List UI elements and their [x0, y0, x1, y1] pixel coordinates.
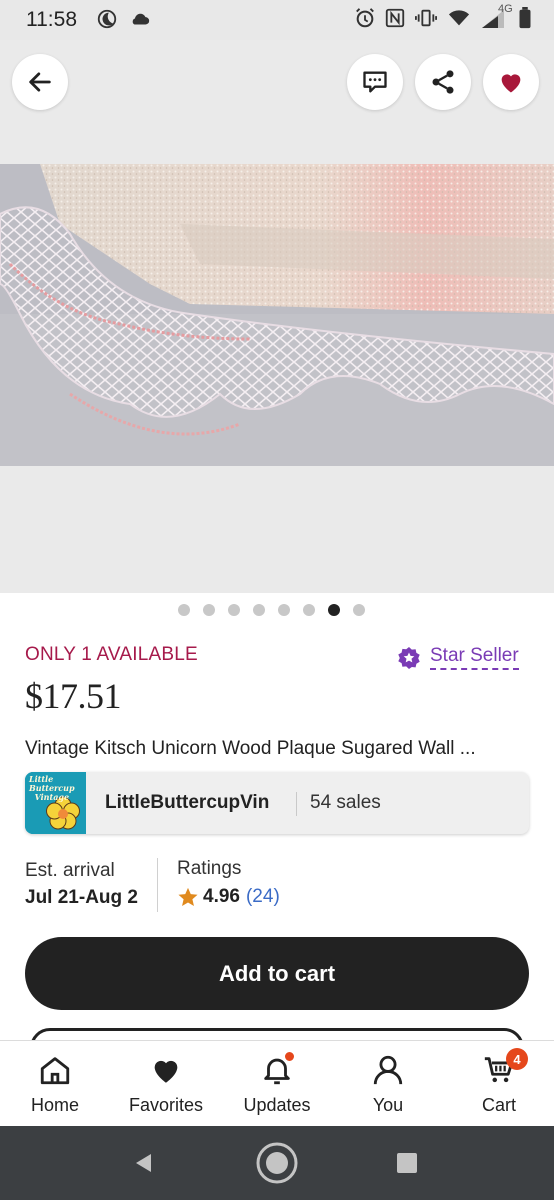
vibrate-icon [415, 9, 437, 27]
back-button[interactable] [12, 54, 68, 110]
favorite-button[interactable] [483, 54, 539, 110]
gallery-pagination[interactable] [178, 604, 365, 616]
system-recents-button[interactable] [384, 1140, 430, 1186]
nav-home[interactable]: Home [0, 1041, 110, 1127]
est-arrival-value: Jul 21-Aug 2 [25, 887, 138, 908]
nav-label: Updates [243, 1095, 311, 1115]
shop-name: LittleButtercupVin [105, 792, 270, 813]
divider [157, 858, 158, 912]
battery-icon [519, 7, 531, 29]
nav-label: Home [30, 1095, 79, 1115]
message-button[interactable] [347, 54, 403, 110]
nav-favorites[interactable]: Favorites [111, 1041, 221, 1127]
cart-count-badge: 4 [506, 1048, 528, 1070]
triangle-back-icon [136, 1154, 151, 1172]
cloud-icon [132, 13, 150, 25]
person-icon [373, 1055, 403, 1085]
listing-title[interactable]: Vintage Kitsch Unicorn Wood Plaque Sugar… [25, 738, 535, 760]
divider [296, 792, 297, 816]
square-recents-icon [397, 1153, 417, 1173]
gallery-dot[interactable] [253, 604, 265, 616]
message-icon [363, 71, 387, 93]
share-button[interactable] [415, 54, 471, 110]
nav-you[interactable]: You [333, 1041, 443, 1127]
share-icon [432, 70, 454, 94]
gallery-dot[interactable] [178, 604, 190, 616]
nav-updates[interactable]: Updates [222, 1041, 332, 1127]
rating-count[interactable]: (24) [246, 886, 280, 908]
bottom-nav: Home Favorites Updates You 4 Cart [0, 1040, 554, 1126]
system-navigation-bar [0, 1126, 554, 1200]
home-icon [40, 1057, 70, 1085]
rating-value: 4.96 [203, 886, 240, 907]
image-gallery[interactable] [0, 40, 554, 593]
network-label: 4G [498, 3, 513, 15]
system-home-button[interactable] [254, 1140, 300, 1186]
availability-label: ONLY 1 AVAILABLE [25, 644, 198, 665]
gallery-dot[interactable] [228, 604, 240, 616]
ratings-label: Ratings [177, 858, 242, 879]
system-back-button[interactable] [121, 1140, 167, 1186]
status-time: 11:58 [26, 8, 77, 31]
gallery-dot[interactable] [328, 604, 340, 616]
gallery-dot[interactable] [203, 604, 215, 616]
star-icon [178, 887, 198, 906]
status-bar: 11:58 4G [0, 0, 554, 40]
back-arrow-icon [29, 72, 51, 92]
nav-label: Cart [481, 1095, 516, 1115]
star-badge-icon [398, 646, 420, 669]
alarm-icon [356, 8, 374, 28]
wifi-icon [448, 10, 470, 26]
add-to-cart-button[interactable]: Add to cart [25, 937, 529, 1010]
circle-home-icon [256, 1142, 298, 1184]
nav-label: Favorites [128, 1095, 204, 1115]
updates-indicator [284, 1051, 295, 1062]
shop-card[interactable]: Little Buttercup Vintage LittleButtercupV… [25, 772, 529, 834]
nav-label: You [372, 1095, 404, 1115]
price: $17.51 [25, 676, 122, 716]
shop-logo-text: Little Buttercup Vintage [29, 774, 75, 802]
shop-sales: 54 sales [310, 792, 381, 813]
nfc-icon [385, 8, 405, 28]
product-photo[interactable] [0, 164, 554, 466]
moon-icon [97, 9, 117, 29]
heart-icon [501, 74, 521, 93]
ratings-summary[interactable]: 4.96 (24) [177, 886, 280, 908]
gallery-dot[interactable] [303, 604, 315, 616]
star-seller-badge[interactable]: Star Seller [397, 645, 519, 670]
nav-cart[interactable]: 4 Cart [444, 1041, 554, 1127]
gallery-dot[interactable] [278, 604, 290, 616]
est-arrival-label: Est. arrival [25, 860, 115, 881]
heart-icon [154, 1060, 178, 1083]
gallery-dot[interactable] [353, 604, 365, 616]
shop-logo: Little Buttercup Vintage [25, 772, 86, 834]
star-seller-label: Star Seller [430, 645, 519, 670]
